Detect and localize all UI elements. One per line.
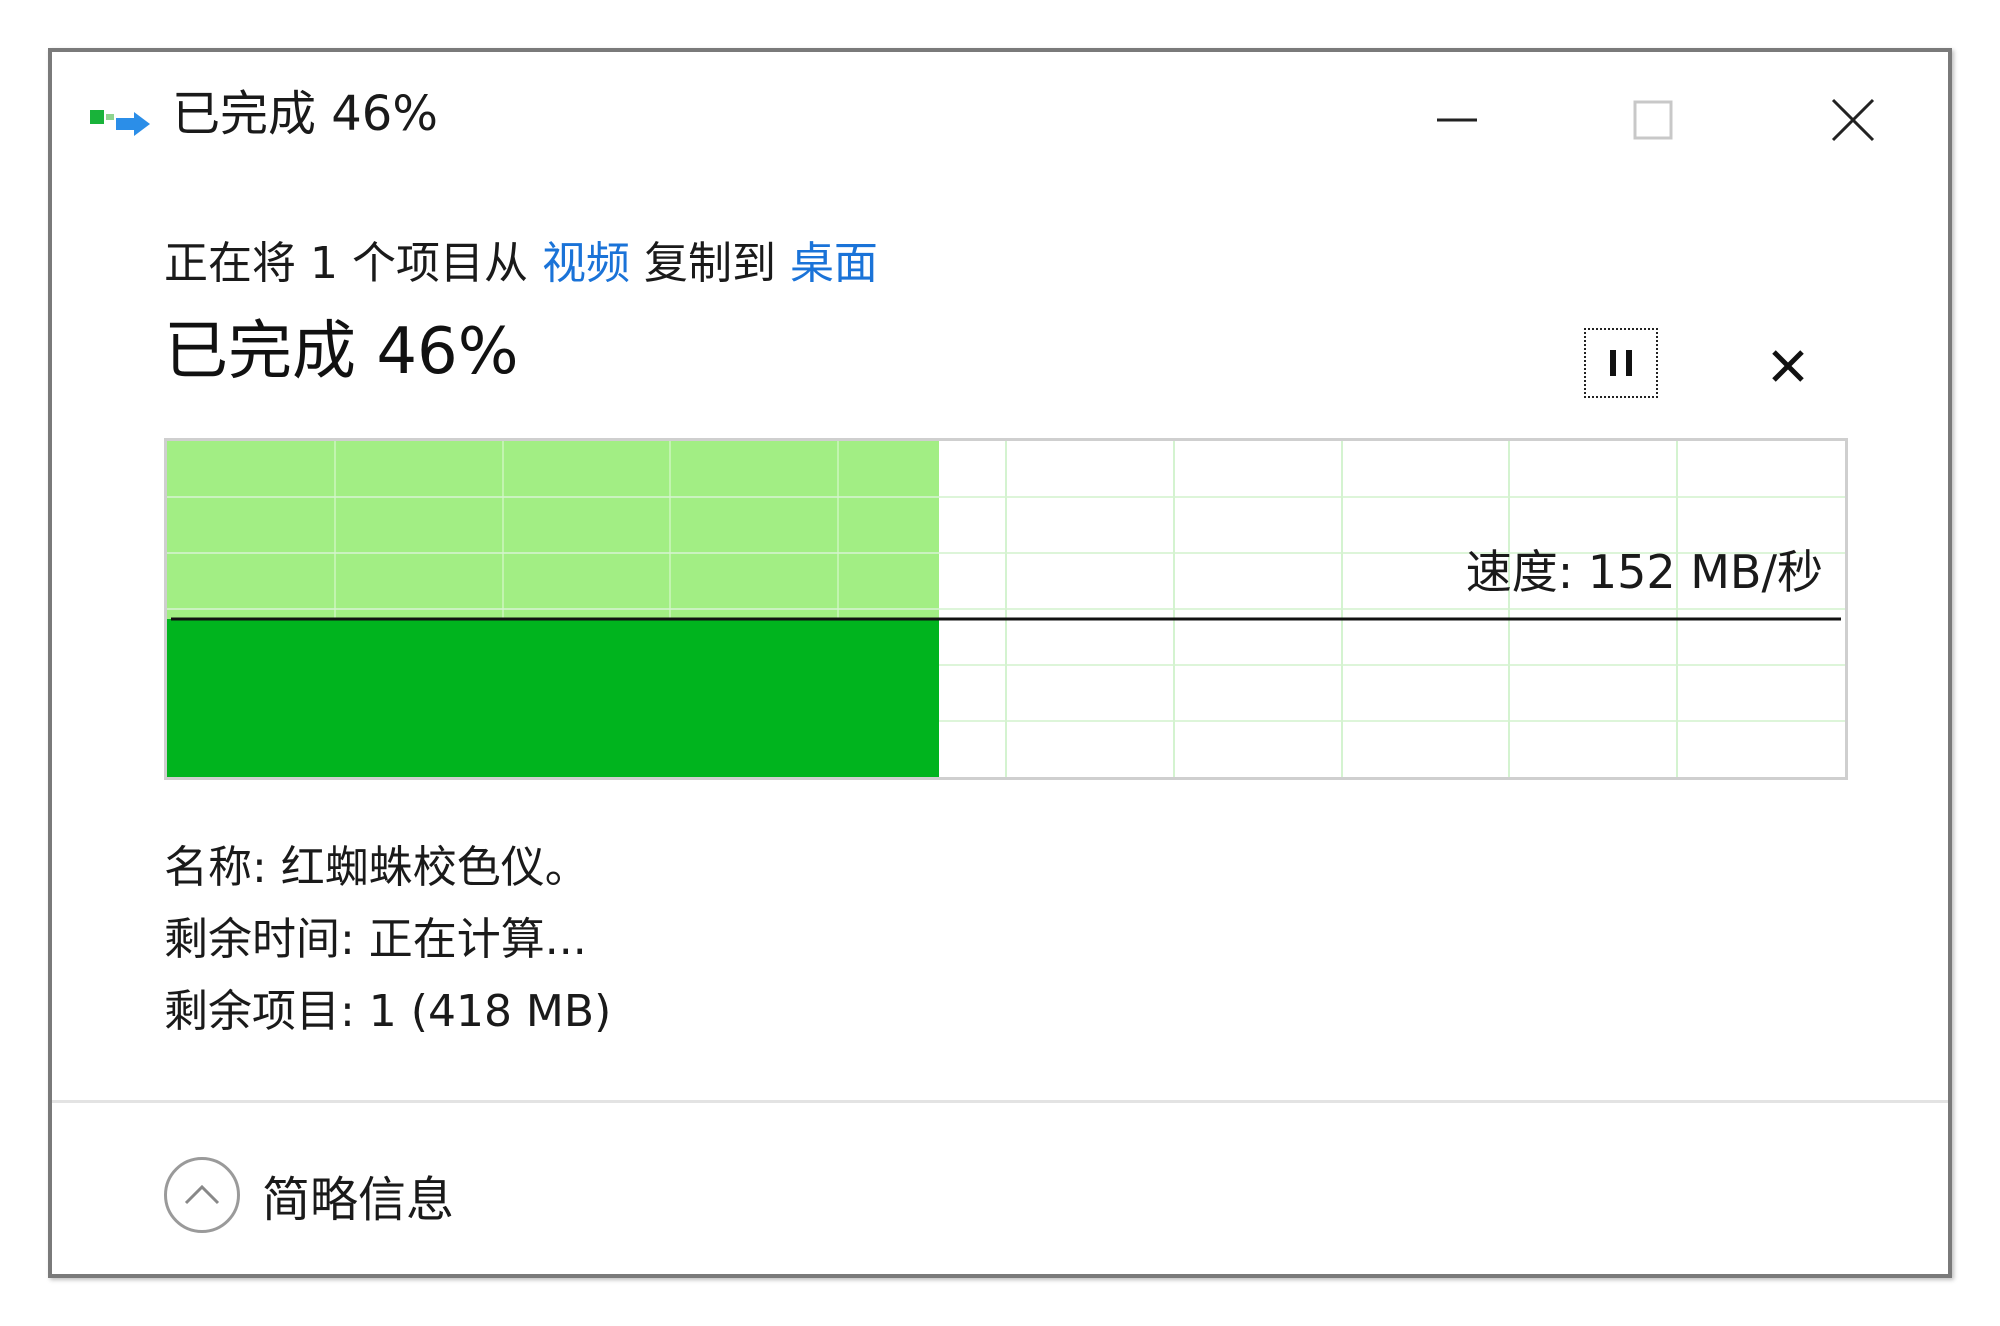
- screen: 已完成 46% 正在将 1 个项目从 视频 复制到 桌面 已完成 46% 速度:…: [0, 0, 2000, 1326]
- toggle-circle: [164, 1157, 240, 1233]
- destination-folder-link[interactable]: 桌面: [790, 238, 878, 289]
- dialog-footer: 简略信息: [52, 1100, 1948, 1278]
- speed-area-rect-top: [167, 619, 939, 777]
- minimize-icon: [1437, 118, 1477, 122]
- close-icon: [1831, 98, 1875, 142]
- pause-button[interactable]: [1584, 328, 1658, 398]
- window-title: 已完成 46%: [172, 86, 438, 142]
- maximize-button[interactable]: [1608, 80, 1698, 160]
- pause-icon: [1610, 350, 1632, 376]
- cancel-copy-button[interactable]: [1758, 336, 1818, 396]
- speed-label: 速度: 152 MB/秒: [1465, 545, 1823, 599]
- copy-description-middle: 复制到: [629, 238, 790, 289]
- file-name: 名称: 红蜘蛛校色仪。: [164, 842, 589, 893]
- speed-graph-canvas: [167, 441, 1845, 777]
- title-bar[interactable]: 已完成 46%: [52, 52, 1948, 182]
- progress-status: 已完成 46%: [164, 315, 519, 389]
- speed-graph: 速度: 152 MB/秒: [164, 438, 1848, 780]
- chevron-up-icon: [184, 1184, 220, 1205]
- fewer-details-label: 简略信息: [262, 1172, 455, 1228]
- copy-description: 正在将 1 个项目从 视频 复制到 桌面: [164, 242, 878, 286]
- copy-description-prefix: 正在将 1 个项目从: [164, 238, 542, 289]
- file-copy-dialog: 已完成 46% 正在将 1 个项目从 视频 复制到 桌面 已完成 46% 速度:…: [48, 48, 1952, 1278]
- items-remaining: 剩余项目: 1 (418 MB): [164, 986, 612, 1037]
- transfer-details: 名称: 红蜘蛛校色仪。 剩余时间: 正在计算... 剩余项目: 1 (418 M…: [164, 832, 611, 1048]
- copy-transfer-icon: [90, 104, 154, 144]
- fewer-details-button[interactable]: 简略信息: [164, 1155, 454, 1235]
- source-folder-link[interactable]: 视频: [542, 238, 630, 289]
- cancel-icon: [1772, 350, 1804, 382]
- maximize-icon: [1633, 100, 1673, 140]
- time-remaining: 剩余时间: 正在计算...: [164, 914, 587, 965]
- window-close-button[interactable]: [1808, 80, 1898, 160]
- minimize-button[interactable]: [1412, 80, 1502, 160]
